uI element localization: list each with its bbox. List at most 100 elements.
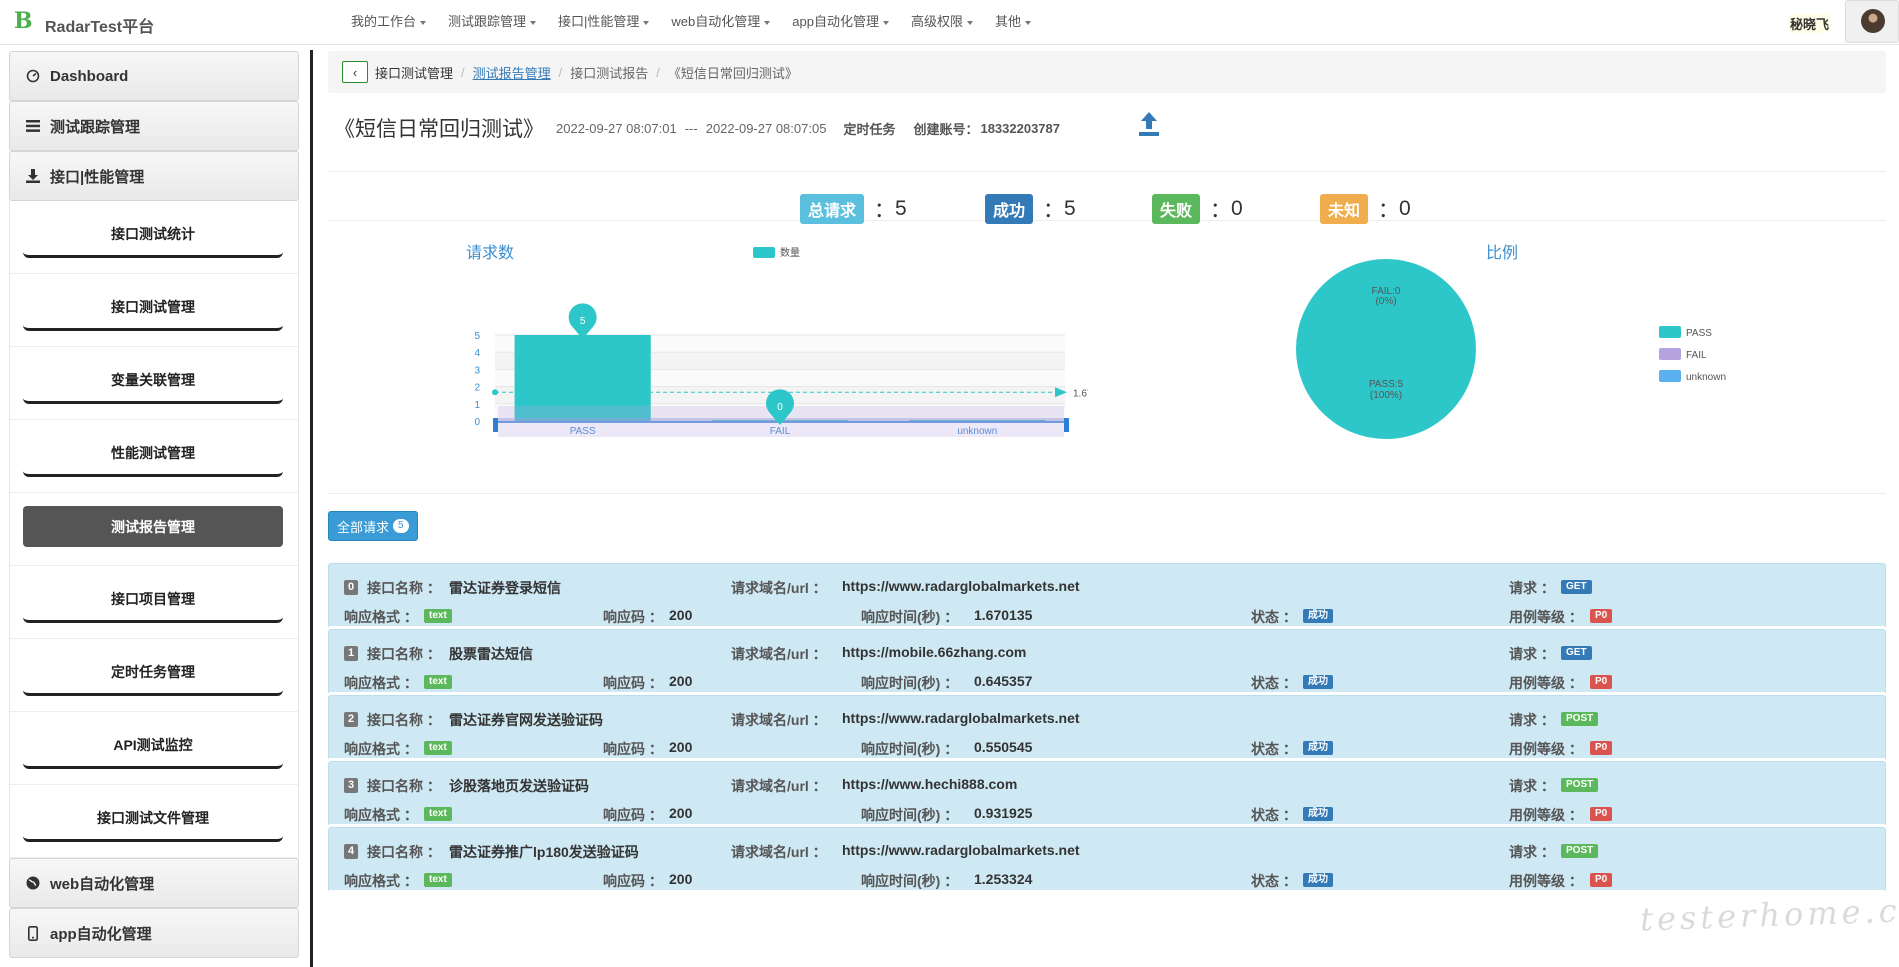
- level-badge: P0: [1590, 609, 1613, 623]
- x-tick-label: unknown: [957, 426, 997, 437]
- legend-swatch: [1659, 348, 1681, 360]
- breadcrumb-api-test-management[interactable]: 接口测试管理: [375, 63, 453, 82]
- breadcrumb-separator: /: [558, 64, 563, 80]
- sidebar-item-web-automation[interactable]: web自动化管理: [9, 858, 299, 908]
- colon: ：: [1043, 199, 1065, 222]
- caret-down-icon: [882, 20, 889, 25]
- y-tick-label: 3: [474, 365, 480, 376]
- format-label: 响应格式 ：: [344, 675, 418, 691]
- name-label: 接口名称 ：: [367, 712, 441, 728]
- nav-app-automation[interactable]: app自动化管理: [781, 0, 900, 45]
- request-index: 2: [344, 712, 359, 727]
- nav-web-automation[interactable]: web自动化管理: [660, 0, 781, 45]
- request-row[interactable]: 3 接口名称 ： 诊股落地页发送验证码 请求域名/url ： https://w…: [328, 761, 1886, 827]
- markpoint-label: 5: [580, 316, 586, 327]
- name-label: 接口名称 ：: [367, 844, 441, 860]
- time-label: 响应时间(秒) ：: [861, 873, 959, 889]
- nav-other[interactable]: 其他: [984, 0, 1042, 45]
- method-label: 请求 ：: [1509, 844, 1555, 860]
- submenu-api-project[interactable]: 接口项目管理: [23, 578, 283, 623]
- legend-swatch: [1659, 370, 1681, 382]
- request-name: 雷达证券官网发送验证码: [449, 712, 603, 728]
- submenu-performance-test[interactable]: 性能测试管理: [23, 432, 283, 477]
- breadcrumb-api-test-report[interactable]: 接口测试报告: [570, 63, 648, 82]
- sidebar-item-dashboard[interactable]: Dashboard: [9, 51, 299, 101]
- request-row[interactable]: 4 接口名称 ： 雷达证券推广lp180发送验证码 请求域名/url ： htt…: [328, 827, 1886, 893]
- submenu-api-statistics[interactable]: 接口测试统计: [23, 213, 283, 258]
- report-header: 《短信日常回归测试》 2022-09-27 08:07:01 --- 2022-…: [334, 108, 1060, 148]
- logo-icon[interactable]: B: [14, 8, 33, 34]
- colon: ：: [874, 199, 896, 222]
- level-label: 用例等级 ：: [1509, 807, 1583, 823]
- request-list: 0 接口名称 ： 雷达证券登录短信 请求域名/url ： https://www…: [328, 563, 1886, 893]
- format-badge: text: [424, 873, 452, 887]
- download-icon: [24, 169, 42, 183]
- stat-success-label: 成功: [985, 194, 1034, 224]
- response-time: 1.253324: [974, 871, 1033, 887]
- status-badge: 成功: [1303, 675, 1333, 689]
- request-url[interactable]: https://www.radarglobalmarkets.net: [842, 710, 1080, 726]
- url-label: 请求域名/url ：: [731, 778, 827, 794]
- stat-success: 成功 ： 5: [985, 194, 1076, 224]
- sidebar-item-label: Dashboard: [50, 67, 129, 85]
- breadcrumb-test-report-management[interactable]: 测试报告管理: [473, 63, 551, 82]
- request-row[interactable]: 1 接口名称 ： 股票雷达短信 请求域名/url ： https://mobil…: [328, 629, 1886, 695]
- submenu-scheduled-tasks[interactable]: 定时任务管理: [23, 651, 283, 696]
- markpoint-label: 0: [777, 402, 783, 413]
- sidebar-submenu: 接口测试统计 接口测试管理 变量关联管理 性能测试管理 测试报告管理 接口项目管…: [9, 201, 299, 858]
- nav-test-tracking[interactable]: 测试跟踪管理: [437, 0, 547, 45]
- submenu-api-test-management[interactable]: 接口测试管理: [23, 286, 283, 331]
- status-badge: 成功: [1303, 807, 1333, 821]
- caret-down-icon: [1025, 20, 1032, 25]
- nav-workbench[interactable]: 我的工作台: [340, 0, 437, 45]
- sidebar-item-app-automation[interactable]: app自动化管理: [9, 908, 299, 958]
- main-content: ‹ 接口测试管理 / 测试报告管理 / 接口测试报告 / 《短信日常回归测试》 …: [328, 51, 1886, 893]
- request-url[interactable]: https://www.hechi888.com: [842, 776, 1017, 792]
- url-label: 请求域名/url ：: [731, 712, 827, 728]
- level-label: 用例等级 ：: [1509, 609, 1583, 625]
- method-badge: POST: [1561, 778, 1599, 792]
- sidebar-item-api-performance[interactable]: 接口|性能管理: [9, 151, 299, 201]
- avatar-button[interactable]: [1845, 0, 1899, 43]
- submenu-variable-association[interactable]: 变量关联管理: [23, 359, 283, 404]
- code-label: 响应码 ：: [603, 675, 663, 691]
- caret-down-icon: [530, 20, 537, 25]
- account-label: 创建账号：: [913, 121, 979, 137]
- request-url[interactable]: https://www.radarglobalmarkets.net: [842, 578, 1080, 594]
- upload-icon[interactable]: [1138, 111, 1160, 137]
- all-requests-button[interactable]: 全部请求 5: [328, 511, 418, 541]
- request-url[interactable]: https://www.radarglobalmarkets.net: [842, 842, 1080, 858]
- legend-label: unknown: [1686, 372, 1726, 383]
- sidebar-item-label: app自动化管理: [50, 925, 152, 943]
- submenu-test-report[interactable]: 测试报告管理: [23, 506, 283, 547]
- sidebar-item-label: 接口|性能管理: [50, 168, 145, 186]
- format-label: 响应格式 ：: [344, 609, 418, 625]
- back-button[interactable]: ‹: [342, 61, 368, 83]
- x-tick-label: PASS: [570, 426, 596, 437]
- stat-success-value: 5: [1064, 197, 1076, 220]
- username[interactable]: 秘晓飞: [1790, 14, 1830, 33]
- breadcrumb-current: 《短信日常回归测试》: [667, 65, 798, 81]
- submenu-api-monitor[interactable]: API测试监控: [23, 724, 283, 769]
- pie-slice-label: PASS:5: [1369, 379, 1404, 390]
- request-index: 3: [344, 778, 359, 793]
- y-tick-label: 2: [474, 383, 480, 394]
- nav-advanced-permissions[interactable]: 高级权限: [900, 0, 984, 45]
- request-url[interactable]: https://mobile.66zhang.com: [842, 644, 1026, 660]
- report-title: 《短信日常回归测试》: [334, 118, 544, 141]
- status-badge: 成功: [1303, 873, 1333, 887]
- submenu-api-files[interactable]: 接口测试文件管理: [23, 797, 283, 842]
- time-label: 响应时间(秒) ：: [861, 675, 959, 691]
- y-tick-label: 4: [474, 348, 480, 359]
- request-row[interactable]: 0 接口名称 ： 雷达证券登录短信 请求域名/url ： https://www…: [328, 563, 1886, 629]
- code-label: 响应码 ：: [603, 741, 663, 757]
- legend-label: PASS: [1686, 328, 1712, 339]
- response-code: 200: [669, 673, 693, 689]
- request-name: 雷达证券推广lp180发送验证码: [449, 844, 639, 860]
- zoom-handle-right: [1064, 418, 1069, 432]
- nav-api-performance[interactable]: 接口|性能管理: [547, 0, 660, 45]
- sidebar-item-test-tracking[interactable]: 测试跟踪管理: [9, 101, 299, 151]
- request-row[interactable]: 2 接口名称 ： 雷达证券官网发送验证码 请求域名/url ： https://…: [328, 695, 1886, 761]
- stat-unknown: 未知 ： 0: [1320, 194, 1411, 224]
- brand-name[interactable]: RadarTest平台: [45, 13, 154, 37]
